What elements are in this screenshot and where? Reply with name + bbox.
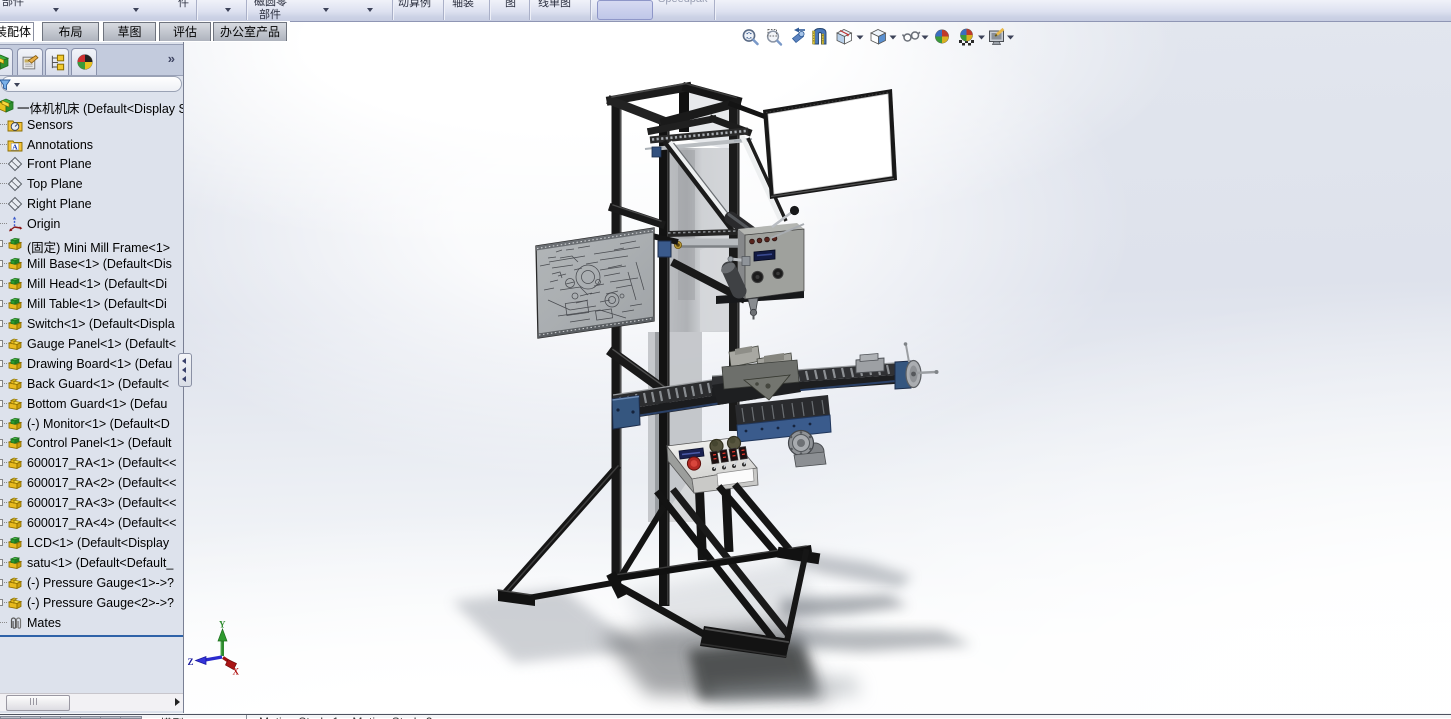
svg-text:Y: Y bbox=[219, 620, 226, 630]
svg-text:X: X bbox=[233, 667, 240, 677]
svg-text:Z: Z bbox=[188, 657, 194, 667]
